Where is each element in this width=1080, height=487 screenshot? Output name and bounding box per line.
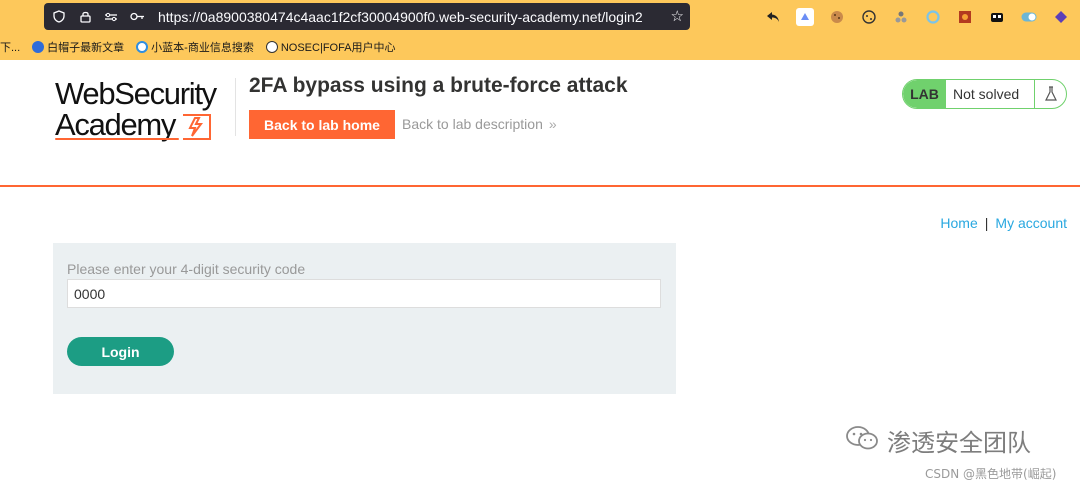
bookmark-item[interactable]: 白帽子最新文章 [32, 39, 124, 55]
lightning-bolt-icon [183, 114, 211, 140]
extension-bird-icon[interactable] [796, 8, 814, 26]
extension-burp-icon[interactable] [956, 8, 974, 26]
globe-icon [265, 41, 278, 53]
flask-icon [1034, 80, 1066, 108]
logo-line1: WebSecurity [55, 76, 217, 111]
extension-vpn-icon[interactable] [988, 8, 1006, 26]
extension-ring-icon[interactable] [924, 8, 942, 26]
bookmark-item[interactable]: 下... [0, 39, 20, 55]
shield-icon[interactable] [48, 6, 70, 28]
security-code-input[interactable] [67, 279, 661, 308]
back-to-lab-description-link[interactable]: Back to lab description» [402, 116, 557, 132]
extension-toggle-icon[interactable] [1020, 8, 1038, 26]
logo-underline [55, 138, 179, 140]
top-nav: Home | My account [940, 215, 1067, 231]
wechat-icon [845, 425, 879, 457]
lab-badge: LAB [903, 80, 946, 108]
header-separator [0, 185, 1080, 187]
security-code-label: Please enter your 4-digit security code [67, 261, 306, 277]
bookmarks-bar: 下... 白帽子最新文章 小蓝本-商业信息搜索 NOSEC|FOFA用户中心 [0, 36, 408, 58]
academy-logo[interactable]: WebSecurity Academy [55, 76, 235, 142]
csdn-watermark: CSDN @黑色地带(崛起) [925, 467, 1057, 481]
nav-separator: | [984, 215, 989, 231]
lab-title: 2FA bypass using a brute-force attack [249, 74, 628, 97]
key-icon[interactable] [126, 6, 148, 28]
back-to-lab-home-button[interactable]: Back to lab home [249, 110, 395, 139]
team-watermark: 渗透安全团队 [845, 423, 1031, 458]
extension-cookie2-icon[interactable] [860, 8, 878, 26]
security-code-form: Please enter your 4-digit security code … [53, 243, 676, 394]
lab-status-widget: LAB Not solved [902, 79, 1067, 109]
bookmark-favicon-icon [136, 41, 149, 53]
bookmark-item[interactable]: 小蓝本-商业信息搜索 [136, 39, 254, 55]
url-text[interactable]: https://0a8900380474c4aac1f2cf30004900f0… [158, 9, 643, 25]
team-watermark-text: 渗透安全团队 [887, 429, 1031, 457]
address-bar[interactable]: https://0a8900380474c4aac1f2cf30004900f0… [44, 3, 690, 30]
lock-icon[interactable] [74, 6, 96, 28]
extension-puzzle-icon[interactable] [892, 8, 910, 26]
nav-my-account-link[interactable]: My account [995, 215, 1067, 231]
lab-status-text: Not solved [953, 86, 1020, 102]
double-chevron-right-icon: » [548, 116, 557, 132]
bookmark-item[interactable]: NOSEC|FOFA用户中心 [265, 39, 396, 55]
permissions-icon[interactable] [100, 6, 122, 28]
browser-toolbar: https://0a8900380474c4aac1f2cf30004900f0… [0, 0, 1080, 60]
extension-cookie-icon[interactable] [828, 8, 846, 26]
bookmark-star-icon[interactable]: ☆ [671, 7, 684, 25]
login-button[interactable]: Login [67, 337, 174, 366]
header-divider [235, 78, 236, 136]
back-arrow-icon[interactable] [764, 8, 782, 26]
bookmark-favicon-icon [32, 41, 45, 53]
extension-diamond-icon[interactable] [1052, 8, 1070, 26]
logo-line2: Academy [55, 107, 176, 142]
nav-home-link[interactable]: Home [940, 215, 977, 231]
